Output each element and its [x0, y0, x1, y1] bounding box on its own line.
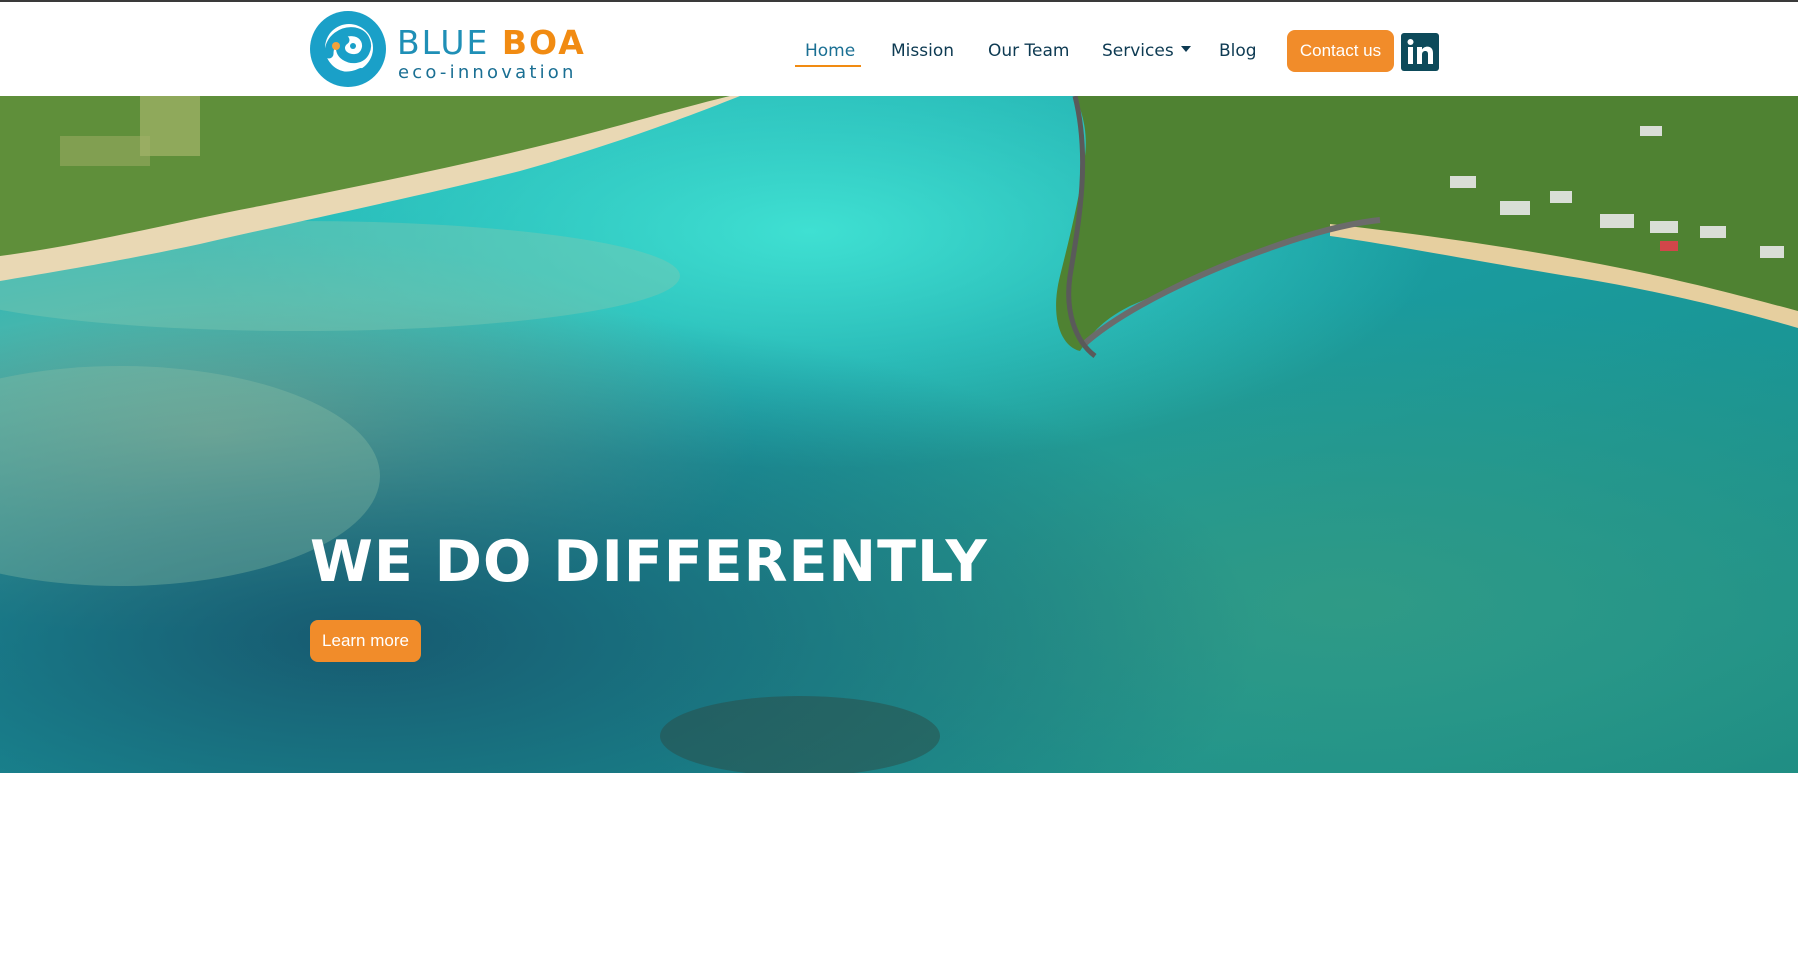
brand-name-part2: BOA — [501, 23, 586, 62]
linkedin-icon — [1407, 39, 1433, 64]
nav-item-our-team[interactable]: Our Team — [988, 40, 1069, 62]
brand-name: BLUE BOA — [397, 26, 586, 59]
linkedin-link[interactable] — [1401, 33, 1439, 71]
brand-name-part1: BLUE — [397, 23, 490, 62]
active-nav-indicator — [795, 65, 861, 67]
hero-title: WE DO DIFFERENTLY — [310, 529, 988, 596]
hero-section: WE DO DIFFERENTLY Learn more — [0, 96, 1798, 773]
nav-item-home[interactable]: Home — [805, 40, 855, 62]
snake-logo-icon — [310, 11, 386, 87]
nav-item-services-label: Services — [1102, 41, 1174, 61]
brand-tagline: eco-innovation — [398, 62, 577, 83]
nav-item-services[interactable]: Services — [1102, 40, 1191, 62]
brand-logo-link[interactable]: BLUE BOA eco-innovation — [309, 10, 584, 90]
site-header: BLUE BOA eco-innovation Home Mission Our… — [0, 2, 1798, 96]
learn-more-button[interactable]: Learn more — [310, 620, 421, 662]
chevron-down-icon — [1180, 46, 1191, 52]
contact-us-button[interactable]: Contact us — [1287, 30, 1394, 72]
nav-item-blog[interactable]: Blog — [1219, 40, 1257, 62]
nav-item-mission[interactable]: Mission — [891, 40, 954, 62]
aerial-lagoon-image — [0, 96, 1798, 773]
